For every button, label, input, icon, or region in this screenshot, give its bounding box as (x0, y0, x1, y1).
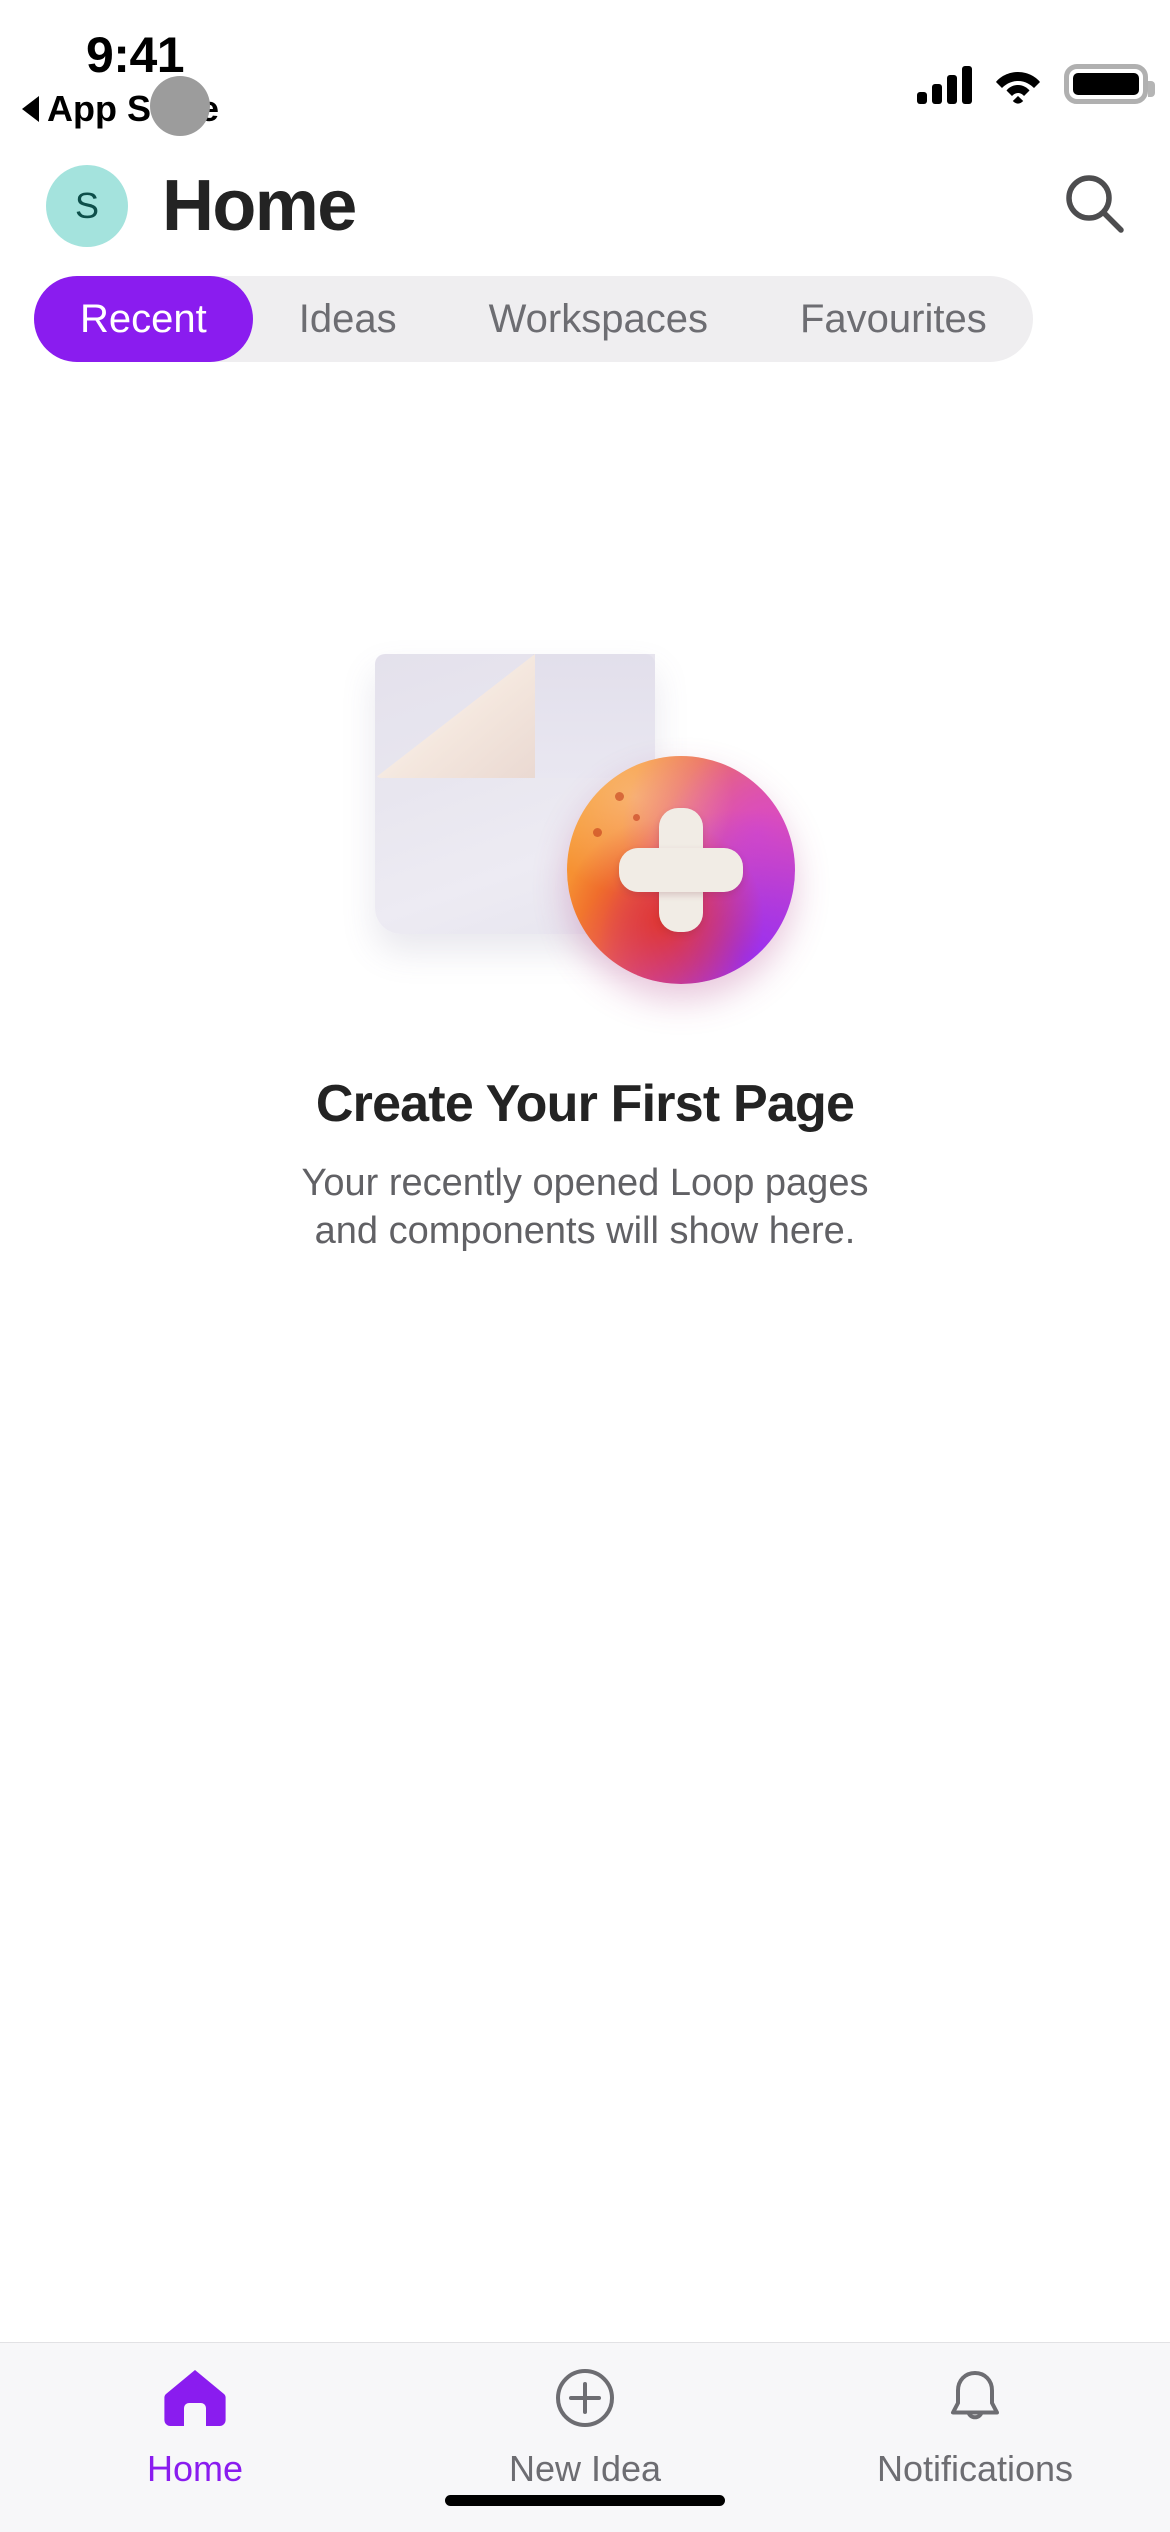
bottom-nav-label: New Idea (508, 2448, 662, 2489)
bottom-nav-item-notifications[interactable]: Notifications (780, 2367, 1170, 2490)
empty-state-subtitle: Your recently opened Loop pages and comp… (301, 1162, 869, 1252)
filter-tab-label: Workspaces (488, 296, 708, 341)
filter-tab-favourites[interactable]: Favourites (754, 276, 1033, 362)
filter-tab-label: Favourites (799, 296, 987, 341)
gradient-orb-icon (567, 756, 795, 984)
wifi-icon (994, 66, 1042, 104)
filter-tab-workspaces[interactable]: Workspaces (443, 276, 754, 362)
orb-speckle (615, 792, 624, 801)
search-button[interactable] (1054, 165, 1136, 247)
search-icon (1060, 169, 1130, 244)
dynamic-island (150, 76, 210, 136)
home-indicator (445, 2495, 725, 2506)
avatar-initial: S (74, 185, 99, 226)
status-bar-time: 9:41 (86, 27, 185, 83)
plus-circle-icon (554, 2367, 616, 2434)
filter-tab-label: Recent (80, 296, 207, 341)
page-title: Home (162, 166, 357, 246)
bottom-nav-label: Home (146, 2448, 244, 2489)
avatar[interactable]: S (46, 165, 128, 247)
new-page-illustration (375, 654, 795, 984)
battery-full-icon (1064, 64, 1155, 104)
bell-icon (945, 2367, 1005, 2434)
orb-speckle (593, 828, 602, 837)
home-icon (162, 2367, 228, 2434)
plus-icon (619, 848, 743, 892)
triangle-left-icon (22, 96, 39, 122)
orb-speckle (633, 814, 640, 821)
filter-tabs-scroller[interactable]: Recent Ideas Workspaces Favourites (0, 262, 1170, 384)
filter-tab-recent[interactable]: Recent (34, 276, 253, 362)
filter-tab-label: Ideas (298, 296, 397, 341)
app-header: S Home (0, 150, 1170, 262)
filter-tabs: Recent Ideas Workspaces Favourites (34, 276, 1033, 362)
document-curled-corner (375, 654, 535, 778)
app-screen: 9:41 App Store S Home Recent Ideas Works… (0, 0, 1170, 2532)
bottom-nav-label: Notifications (876, 2448, 1074, 2489)
cellular-bars-icon (917, 66, 972, 104)
filter-tab-ideas[interactable]: Ideas (253, 276, 443, 362)
document-top-edge (533, 654, 655, 778)
bottom-nav-item-home[interactable]: Home (0, 2367, 390, 2490)
status-bar: 9:41 App Store (0, 0, 1170, 150)
empty-state: Create Your First Page Your recently ope… (0, 384, 1170, 2342)
status-bar-indicators (917, 48, 1155, 104)
empty-state-headline: Create Your First Page (315, 1075, 855, 1133)
bottom-nav-item-new-idea[interactable]: New Idea (390, 2367, 780, 2490)
